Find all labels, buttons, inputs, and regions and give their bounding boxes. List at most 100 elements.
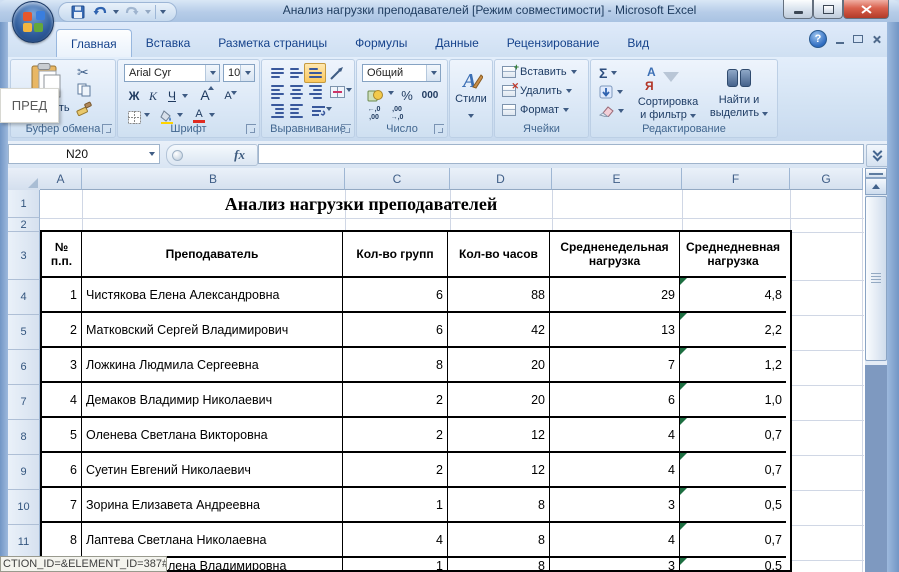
increase-decimal-button[interactable]: ←,0 ,00 [362, 104, 386, 124]
table-header-cell[interactable]: Среднедневная нагрузка [680, 232, 786, 278]
cell-weekly-load[interactable]: 7 [550, 348, 680, 383]
cell-weekly-load[interactable]: 3 [550, 558, 680, 570]
row-header[interactable]: 4 [8, 280, 40, 315]
cell-hours[interactable]: 8 [448, 488, 550, 523]
column-header[interactable]: F [682, 168, 790, 190]
ribbon-tab[interactable]: Разметка страницы [204, 29, 341, 57]
cell-row-number[interactable]: 1 [42, 278, 82, 313]
cell-teacher-name[interactable]: Суетин Евгений Николаевич [82, 453, 343, 488]
cell-hours[interactable]: 8 [448, 558, 550, 570]
ribbon-tab[interactable]: Главная [56, 29, 132, 57]
workbook-restore-icon[interactable] [853, 35, 863, 43]
cell-daily-load[interactable]: 1,0 [680, 383, 786, 418]
cell-groups[interactable]: 2 [343, 383, 448, 418]
cell-weekly-load[interactable]: 4 [550, 523, 680, 558]
cell-weekly-load[interactable]: 4 [550, 418, 680, 453]
select-all-corner[interactable] [8, 168, 41, 191]
column-header[interactable]: C [345, 168, 450, 190]
currency-format-button[interactable] [362, 85, 388, 105]
column-header[interactable]: E [552, 168, 682, 190]
formula-input[interactable] [258, 144, 864, 164]
redo-dropdown-icon[interactable] [145, 10, 151, 14]
table-header-cell[interactable]: Преподаватель [82, 232, 343, 278]
office-button[interactable] [12, 1, 54, 43]
column-header[interactable]: A [40, 168, 82, 190]
cell-daily-load[interactable]: 4,8 [680, 278, 786, 313]
decrease-decimal-button[interactable]: ,00 →,0 [385, 104, 409, 124]
clipboard-dialog-launcher-icon[interactable] [102, 124, 112, 134]
cell-daily-load[interactable]: 0,7 [680, 418, 786, 453]
cell-groups[interactable]: 1 [343, 488, 448, 523]
shrink-font-button[interactable]: А [217, 86, 239, 106]
undo-dropdown-icon[interactable] [113, 10, 119, 14]
alignment-dialog-launcher-icon[interactable] [341, 124, 351, 134]
cell-hours[interactable]: 20 [448, 348, 550, 383]
cell-hours[interactable]: 88 [448, 278, 550, 313]
cell-groups[interactable]: 2 [343, 453, 448, 488]
orientation-button[interactable] [326, 63, 348, 83]
cell-groups[interactable]: 8 [343, 348, 448, 383]
cell-groups[interactable]: 4 [343, 523, 448, 558]
undo-icon[interactable] [91, 4, 109, 20]
save-icon[interactable] [69, 4, 87, 20]
cell-groups[interactable]: 6 [343, 278, 448, 313]
name-box[interactable]: N20 [8, 144, 160, 164]
borders-dropdown-icon[interactable] [144, 113, 150, 117]
fill-color-dropdown-icon[interactable] [177, 113, 183, 117]
underline-button[interactable]: Ч [161, 86, 183, 106]
format-cells-button[interactable]: Формат [502, 104, 569, 116]
row-header[interactable]: 10 [8, 490, 40, 525]
cell-hours[interactable]: 12 [448, 453, 550, 488]
cell-weekly-load[interactable]: 29 [550, 278, 680, 313]
format-painter-icon[interactable] [75, 100, 93, 118]
clear-button[interactable] [599, 105, 624, 117]
row-header[interactable]: 2 [8, 218, 40, 232]
customize-qat-icon[interactable] [160, 10, 166, 14]
comma-style-button[interactable]: 000 [416, 85, 444, 105]
number-dialog-launcher-icon[interactable] [434, 124, 444, 134]
name-box-dropdown-icon[interactable] [145, 145, 159, 163]
table-header-cell[interactable]: Кол-во групп [343, 232, 448, 278]
cut-icon[interactable]: ✂ [77, 64, 89, 81]
cell-daily-load[interactable]: 1,2 [680, 348, 786, 383]
cell-row-number[interactable]: 8 [42, 523, 82, 558]
cell-hours[interactable]: 12 [448, 418, 550, 453]
copy-icon[interactable] [77, 83, 91, 97]
scrollbar-split-handle[interactable] [865, 168, 887, 178]
cell-weekly-load[interactable]: 3 [550, 488, 680, 523]
row-header[interactable]: 1 [8, 190, 40, 218]
row-header[interactable]: 9 [8, 455, 40, 490]
currency-dropdown-icon[interactable] [388, 91, 394, 95]
cell-row-number[interactable]: 6 [42, 453, 82, 488]
ribbon-tab[interactable]: Данные [421, 29, 492, 57]
percent-style-button[interactable]: % [397, 85, 417, 105]
cell-groups[interactable]: 6 [343, 313, 448, 348]
table-header-cell[interactable]: № п.п. [42, 232, 82, 278]
find-select-button[interactable]: Найти и выделить [707, 62, 771, 119]
ribbon-tab[interactable]: Вставка [132, 29, 205, 57]
cell-hours[interactable]: 42 [448, 313, 550, 348]
underline-dropdown-icon[interactable] [182, 94, 188, 98]
align-right-button[interactable] [304, 82, 326, 102]
cell-row-number[interactable]: 2 [42, 313, 82, 348]
ribbon-tab[interactable]: Формулы [341, 29, 421, 57]
ribbon-tab[interactable]: Рецензирование [493, 29, 614, 57]
autosum-button[interactable]: Σ [599, 65, 617, 81]
cell-row-number[interactable]: 3 [42, 348, 82, 383]
cell-teacher-name[interactable]: Лаптева Светлана Николаевна [82, 523, 343, 558]
row-header[interactable]: 8 [8, 420, 40, 455]
ribbon-tab[interactable]: Вид [613, 29, 663, 57]
help-icon[interactable]: ? [809, 30, 827, 48]
cell-daily-load[interactable]: 0,5 [680, 558, 786, 570]
font-dialog-launcher-icon[interactable] [246, 124, 256, 134]
scrollbar-thumb[interactable] [865, 196, 887, 361]
column-header[interactable]: B [82, 168, 345, 190]
table-header-cell[interactable]: Средненедельная нагрузка [550, 232, 680, 278]
insert-cells-button[interactable]: + Вставить [502, 66, 577, 78]
delete-cells-button[interactable]: ✕ Удалить [502, 85, 572, 97]
cell-teacher-name[interactable]: Ложкина Людмила Сергеевна [82, 348, 343, 383]
styles-button[interactable]: A Стили [453, 63, 489, 121]
number-format-combo[interactable]: Общий [362, 64, 441, 82]
row-header[interactable]: 5 [8, 315, 40, 350]
cell-row-number[interactable]: 7 [42, 488, 82, 523]
